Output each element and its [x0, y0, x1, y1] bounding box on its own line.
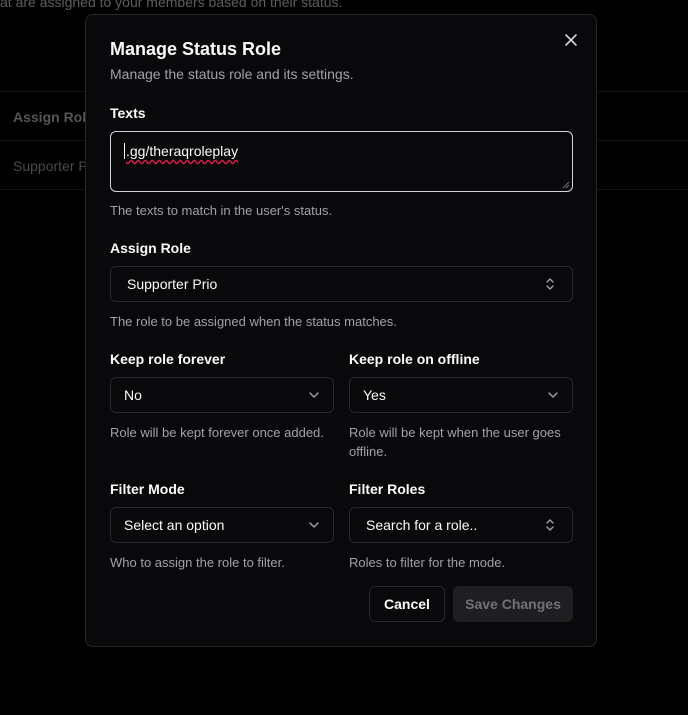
texts-value: .gg/theraqroleplay [126, 143, 239, 159]
dialog-title: Manage Status Role [110, 39, 282, 59]
assign-role-help: The role to be assigned when the status … [110, 314, 397, 329]
filter-mode-value: Select an option [124, 517, 225, 533]
chevrons-up-down-icon [546, 519, 554, 531]
keep-offline-label: Keep role on offline [349, 351, 480, 367]
filter-mode-label: Filter Mode [110, 481, 185, 497]
keep-offline-value: Yes [363, 387, 386, 403]
close-button[interactable] [562, 31, 580, 49]
texts-help: The texts to match in the user's status. [110, 203, 333, 218]
dialog-subtitle: Manage the status role and its settings. [110, 66, 354, 82]
background-description: at are assigned to your members based on… [0, 0, 343, 10]
assign-role-combobox[interactable]: Supporter Prio [110, 266, 573, 302]
keep-forever-value: No [124, 387, 142, 403]
chevron-down-icon [548, 392, 558, 398]
filter-mode-help: Who to assign the role to filter. [110, 555, 285, 570]
filter-roles-help: Roles to filter for the mode. [349, 555, 506, 570]
assign-role-value: Supporter Prio [127, 276, 218, 292]
filter-roles-combobox[interactable]: Search for a role.. [349, 507, 573, 543]
save-changes-button[interactable]: Save Changes [453, 586, 573, 622]
assign-role-label: Assign Role [110, 240, 191, 256]
background-column-header: Assign Role [13, 109, 94, 125]
chevron-down-icon [309, 392, 319, 398]
filter-roles-value: Search for a role.. [366, 517, 478, 533]
keep-forever-select[interactable]: No [110, 377, 334, 413]
texts-textarea[interactable]: .gg/theraqroleplay [110, 131, 573, 192]
filter-mode-select[interactable]: Select an option [110, 507, 334, 543]
chevrons-up-down-icon [546, 278, 554, 290]
manage-status-role-dialog: Manage Status Role Manage the status rol… [85, 14, 597, 647]
keep-offline-select[interactable]: Yes [349, 377, 573, 413]
keep-forever-help: Role will be kept forever once added. [110, 425, 324, 440]
texts-label: Texts [110, 105, 146, 121]
filter-roles-label: Filter Roles [349, 481, 426, 497]
keep-forever-label: Keep role forever [110, 351, 226, 367]
text-caret [124, 143, 125, 159]
cancel-button[interactable]: Cancel [369, 586, 445, 622]
background-table-cell: Supporter P [13, 158, 88, 174]
chevron-down-icon [309, 522, 319, 528]
resize-handle-icon[interactable] [562, 181, 570, 189]
keep-offline-help: Role will be kept when the user goes off… [349, 425, 561, 459]
x-icon [565, 34, 577, 46]
